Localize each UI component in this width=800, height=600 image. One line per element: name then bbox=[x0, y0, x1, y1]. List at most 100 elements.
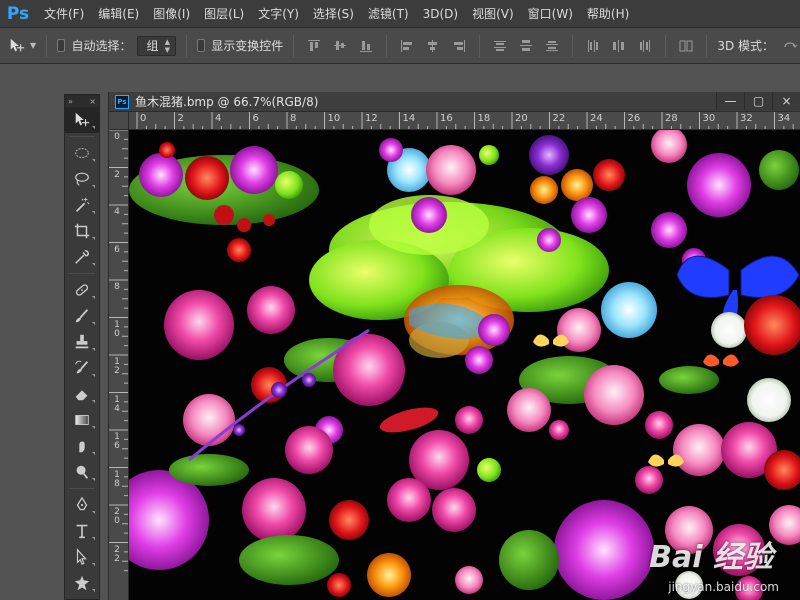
ruler-label: 12 bbox=[114, 357, 120, 376]
menu-file[interactable]: 文件(F) bbox=[44, 5, 84, 22]
dodge-icon bbox=[76, 465, 89, 479]
ruler-label: 14 bbox=[402, 113, 416, 124]
smudge-icon bbox=[79, 441, 85, 453]
move-tool-icon bbox=[10, 38, 25, 51]
history-brush-icon bbox=[75, 360, 89, 374]
menu-layer[interactable]: 图层(L) bbox=[204, 5, 244, 22]
document-window: Ps 鱼木混猪.bmp @ 66.7%(RGB/8) — ▢ × 0 2 4 6 8 10… bbox=[108, 92, 800, 600]
auto-align-layers-icon[interactable] bbox=[678, 38, 694, 54]
ruler-label: 12 bbox=[365, 113, 378, 124]
distribute-bottom-icon[interactable] bbox=[544, 38, 560, 54]
distribute-left-icon[interactable] bbox=[585, 38, 601, 54]
magic-wand-tool[interactable] bbox=[65, 192, 99, 218]
divider bbox=[665, 34, 667, 57]
collapse-icon[interactable]: » bbox=[68, 97, 73, 106]
align-vertical-centers-icon[interactable] bbox=[332, 38, 348, 54]
ellipse-marquee-icon bbox=[75, 148, 89, 158]
move-tool[interactable] bbox=[65, 107, 99, 133]
healing-brush-tool[interactable] bbox=[65, 277, 99, 303]
menu-select[interactable]: 选择(S) bbox=[313, 5, 354, 22]
eraser-tool[interactable] bbox=[65, 381, 99, 407]
path-selection-tool[interactable] bbox=[65, 544, 99, 570]
brush-tool[interactable] bbox=[65, 303, 99, 329]
show-transform-label: 显示变换控件 bbox=[211, 39, 284, 53]
align-top-edges-icon[interactable] bbox=[306, 38, 322, 54]
distribute-vertical-centers-icon[interactable] bbox=[518, 38, 534, 54]
menu-image[interactable]: 图像(I) bbox=[153, 5, 190, 22]
menu-type[interactable]: 文字(Y) bbox=[258, 5, 299, 22]
eraser-icon bbox=[75, 390, 88, 401]
ruler-label: 20 bbox=[515, 113, 528, 124]
close-button[interactable]: × bbox=[772, 92, 800, 110]
ruler-label: 26 bbox=[627, 113, 641, 124]
divider bbox=[185, 34, 187, 57]
window-controls: — ▢ × bbox=[716, 92, 800, 110]
menu-filter[interactable]: 滤镜(T) bbox=[368, 5, 409, 22]
image-canvas[interactable]: Bai 经验 jingyan.baidu.com bbox=[129, 130, 800, 600]
brush-icon bbox=[75, 309, 89, 323]
distribute-right-icon[interactable] bbox=[637, 38, 653, 54]
ruler-label: 18 bbox=[114, 469, 120, 489]
tool-preset-picker[interactable]: ▼ bbox=[8, 37, 36, 55]
align-right-edges-icon[interactable] bbox=[451, 38, 467, 54]
divider bbox=[69, 488, 95, 489]
crop-tool[interactable] bbox=[65, 218, 99, 244]
menu-view[interactable]: 视图(V) bbox=[472, 5, 514, 22]
clone-stamp-tool[interactable] bbox=[65, 329, 99, 355]
vertical-ruler[interactable]: 0 2 4 6 8 10 12 14 16 18 20 22 bbox=[109, 130, 129, 600]
horizontal-ruler[interactable]: 0 2 4 6 8 10 12 14 16 18 20 22 24 26 28 30 32 34 bbox=[129, 112, 800, 130]
ruler-label: 6 bbox=[252, 113, 259, 124]
ruler-label: 34 bbox=[777, 113, 791, 124]
document-ps-icon: Ps bbox=[115, 94, 129, 109]
type-tool[interactable] bbox=[65, 518, 99, 544]
document-tab[interactable]: Ps 鱼木混猪.bmp @ 66.7%(RGB/8) — ▢ × bbox=[109, 92, 800, 112]
close-icon[interactable]: × bbox=[89, 97, 96, 106]
divider bbox=[706, 34, 708, 57]
elliptical-marquee-tool[interactable] bbox=[65, 140, 99, 166]
move-tool-icon bbox=[75, 112, 90, 127]
divider bbox=[69, 136, 95, 137]
ruler-ticks bbox=[136, 112, 794, 129]
align-horizontal-centers-icon[interactable] bbox=[425, 38, 441, 54]
eyedropper-icon bbox=[75, 249, 90, 264]
ruler-origin[interactable] bbox=[109, 112, 129, 130]
updown-arrows-icon: ▲ ▼ bbox=[164, 37, 170, 54]
auto-select-dropdown[interactable]: 组 ▲ ▼ bbox=[137, 35, 176, 56]
pen-tool[interactable] bbox=[65, 492, 99, 518]
lasso-tool[interactable] bbox=[65, 166, 99, 192]
menu-3d[interactable]: 3D(D) bbox=[423, 7, 458, 21]
path-select-icon bbox=[76, 548, 87, 566]
ruler-label: 18 bbox=[477, 113, 491, 124]
ruler-label: 16 bbox=[114, 432, 120, 451]
ruler-label: 2 bbox=[177, 113, 184, 124]
align-bottom-edges-icon[interactable] bbox=[358, 38, 374, 54]
toolbox-header[interactable]: » × bbox=[65, 95, 99, 107]
menu-window[interactable]: 窗口(W) bbox=[528, 5, 573, 22]
restore-button[interactable]: ▢ bbox=[744, 92, 772, 110]
ruler-label: 6 bbox=[114, 244, 120, 255]
3d-rotate-icon[interactable] bbox=[782, 38, 798, 54]
eyedropper-tool[interactable] bbox=[65, 244, 99, 270]
ruler-label: 22 bbox=[114, 544, 120, 564]
smudge-tool[interactable] bbox=[65, 433, 99, 459]
3d-mode-label: 3D 模式： bbox=[717, 39, 775, 53]
auto-select-checkbox[interactable] bbox=[57, 39, 66, 52]
ruler-label: 8 bbox=[290, 113, 297, 124]
distribute-horizontal-centers-icon[interactable] bbox=[611, 38, 627, 54]
history-brush-tool[interactable] bbox=[65, 355, 99, 381]
shape-icon bbox=[74, 575, 90, 591]
ruler-label: 0 bbox=[114, 132, 120, 142]
menu-help[interactable]: 帮助(H) bbox=[587, 5, 629, 22]
distribute-top-icon[interactable] bbox=[492, 38, 508, 54]
custom-shape-tool[interactable] bbox=[65, 570, 99, 596]
pen-icon bbox=[76, 496, 88, 511]
gradient-tool[interactable] bbox=[65, 407, 99, 433]
toolbox-panel: » × bbox=[64, 94, 100, 600]
divider bbox=[46, 34, 48, 57]
align-left-edges-icon[interactable] bbox=[399, 38, 415, 54]
dodge-tool[interactable] bbox=[65, 459, 99, 485]
menu-edit[interactable]: 编辑(E) bbox=[98, 5, 139, 22]
show-transform-checkbox[interactable] bbox=[196, 39, 206, 52]
bandage-icon bbox=[75, 284, 89, 296]
minimize-button[interactable]: — bbox=[716, 92, 744, 110]
